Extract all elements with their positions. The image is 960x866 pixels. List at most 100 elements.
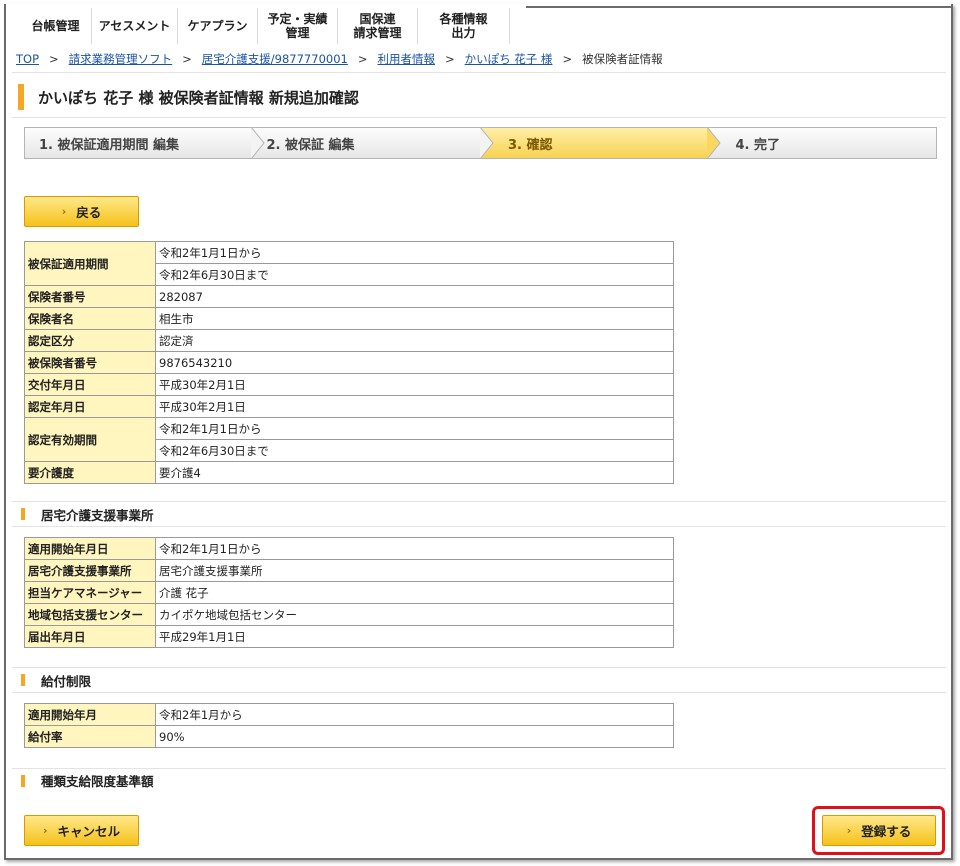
cert-class: 認定済 — [155, 329, 674, 352]
nav-careplan[interactable]: ケアプラン — [178, 8, 258, 44]
benefit-rate: 90% — [155, 725, 674, 748]
breadcrumb-separator: > — [444, 52, 455, 66]
section-limit: 種類支給限度基準額 — [12, 768, 946, 792]
nav-ledger-label: 台帳管理 — [31, 19, 80, 33]
section-limit-title: 種類支給限度基準額 — [41, 774, 154, 789]
insured-no: 9876543210 — [155, 351, 674, 374]
step-arrow-icon — [480, 127, 494, 159]
nav-billing-label: 国保連 請求管理 — [353, 12, 402, 40]
insurance-table: 被保証適用期間 令和2年1月1日から 令和2年6月30日まで 保険者番号 2820… — [24, 241, 674, 484]
notified-label: 届出年月日 — [24, 625, 156, 648]
section-benefit: 給付制限 — [12, 667, 946, 693]
divider — [12, 117, 946, 118]
office-table: 適用開始年月日 令和2年1月1日から 居宅介護支援事業所 居宅介護支援事業所 担当ケ… — [24, 537, 674, 648]
insured-no-label: 被保険者番号 — [24, 351, 156, 374]
breadcrumb-user[interactable]: かいぽち 花子 様 — [465, 52, 553, 66]
nav-assessment[interactable]: アセスメント — [92, 8, 178, 44]
nav-schedule-label: 予定・実績 管理 — [267, 12, 328, 40]
table-row: 適用開始年月 令和2年1月から — [24, 703, 674, 726]
back-button[interactable]: › 戻る — [24, 196, 139, 227]
insurer-no-label: 保険者番号 — [24, 285, 156, 308]
office-name-label: 居宅介護支援事業所 — [24, 559, 156, 582]
cert-class-label: 認定区分 — [24, 329, 156, 352]
breadcrumb-user-info[interactable]: 利用者情報 — [377, 52, 435, 66]
step-3: 3. 確認 — [480, 127, 721, 159]
benefit-start: 令和2年1月から — [155, 703, 674, 726]
office-name: 居宅介護支援事業所 — [155, 559, 674, 582]
step-1: 1. 被保証適用期間 編集 — [25, 127, 265, 159]
office-start-label: 適用開始年月日 — [24, 537, 156, 560]
section-office-title: 居宅介護支援事業所 — [41, 507, 154, 523]
step-4-label: 4. 完了 — [735, 137, 781, 153]
breadcrumb-current: 被保険者証情報 — [582, 52, 663, 66]
chevron-right-icon: › — [61, 205, 67, 218]
benefit-rate-label: 給付率 — [24, 725, 156, 748]
breadcrumb-billing-software[interactable]: 請求業務管理ソフト — [69, 52, 173, 66]
office-start: 令和2年1月1日から — [155, 537, 674, 560]
table-row: 被保証適用期間 令和2年1月1日から — [24, 241, 674, 286]
care-level-label: 要介護度 — [24, 461, 156, 484]
valid-from: 令和2年1月1日から — [155, 417, 674, 440]
section-marker — [21, 674, 25, 686]
breadcrumb-separator: > — [357, 52, 368, 66]
breadcrumb-office[interactable]: 居宅介護支援/9877770001 — [202, 52, 348, 66]
breadcrumb: TOP > 請求業務管理ソフト > 居宅介護支援/9877770001 > 利用者情報 > かい… — [16, 51, 663, 67]
table-row: 居宅介護支援事業所 居宅介護支援事業所 — [24, 559, 674, 582]
period-from: 令和2年1月1日から — [155, 241, 674, 264]
nav-assessment-label: アセスメント — [98, 19, 171, 33]
table-row: 交付年月日 平成30年2月1日 — [24, 373, 674, 396]
nav-careplan-label: ケアプラン — [187, 19, 248, 33]
benefit-table: 適用開始年月 令和2年1月から 給付率 90% — [24, 703, 674, 748]
cert-date: 平成30年2月1日 — [155, 395, 674, 418]
cert-date-label: 認定年月日 — [24, 395, 156, 418]
table-row: 認定年月日 平成30年2月1日 — [24, 395, 674, 418]
nav-output[interactable]: 各種情報 出力 — [418, 8, 510, 44]
nav-output-label: 各種情報 出力 — [439, 12, 488, 40]
frame-top-edge — [526, 6, 953, 8]
progress-steps: 1. 被保証適用期間 編集 2. 被保証 編集 3. 確認 4. 完了 — [24, 127, 937, 159]
title-accent-bar — [18, 84, 24, 110]
valid-label: 認定有効期間 — [24, 417, 156, 462]
issue-date: 平成30年2月1日 — [155, 373, 674, 396]
table-row: 適用開始年月日 令和2年1月1日から — [24, 537, 674, 560]
nav-ledger[interactable]: 台帳管理 — [20, 8, 92, 44]
valid-to: 令和2年6月30日まで — [155, 439, 674, 462]
section-marker — [21, 508, 25, 520]
step-2: 2. 被保証 編集 — [253, 128, 481, 158]
main-nav: 台帳管理 アセスメント ケアプラン 予定・実績 管理 国保連 請求管理 各種情報… — [20, 8, 510, 44]
step-4: 4. 完了 — [708, 128, 937, 158]
cancel-button[interactable]: › キャンセル — [24, 815, 139, 846]
table-row: 給付率 90% — [24, 725, 674, 748]
period-to: 令和2年6月30日まで — [155, 263, 674, 286]
table-row: 被保険者番号 9876543210 — [24, 351, 674, 374]
breadcrumb-separator: > — [182, 52, 192, 66]
issue-date-label: 交付年月日 — [24, 373, 156, 396]
table-row: 要介護度 要介護4 — [24, 461, 674, 484]
page-title: かいぽち 花子 様 被保険者証情報 新規追加確認 — [38, 88, 359, 107]
section-benefit-title: 給付制限 — [41, 673, 92, 689]
breadcrumb-top[interactable]: TOP — [16, 52, 39, 66]
step-arrow-icon — [706, 127, 721, 159]
step-3-label: 3. 確認 — [508, 137, 553, 153]
notified: 平成29年1月1日 — [155, 625, 674, 648]
table-row: 認定有効期間 令和2年1月1日から — [24, 417, 674, 462]
table-row: 担当ケアマネージャー 介護 花子 — [24, 581, 674, 604]
table-row: 保険者番号 282087 — [24, 285, 674, 308]
insurer-no: 282087 — [155, 285, 674, 308]
benefit-start-label: 適用開始年月 — [24, 703, 156, 726]
back-button-label: 戻る — [76, 205, 102, 220]
table-row: 届出年月日 平成29年1月1日 — [24, 625, 674, 648]
nav-schedule[interactable]: 予定・実績 管理 — [258, 8, 338, 44]
manager-label: 担当ケアマネージャー — [24, 581, 156, 604]
insurer-name-label: 保険者名 — [24, 307, 156, 330]
insurer-name: 相生市 — [155, 307, 674, 330]
manager: 介護 花子 — [155, 581, 674, 604]
breadcrumb-separator: > — [562, 52, 573, 66]
nav-billing[interactable]: 国保連 請求管理 — [338, 8, 418, 44]
section-office: 居宅介護支援事業所 — [12, 501, 946, 527]
cancel-button-label: キャンセル — [57, 824, 121, 839]
center-label: 地域包括支援センター — [24, 603, 156, 626]
section-marker — [21, 774, 25, 787]
center: カイポケ地域包括センター — [155, 603, 674, 626]
table-row: 保険者名 相生市 — [24, 307, 674, 330]
